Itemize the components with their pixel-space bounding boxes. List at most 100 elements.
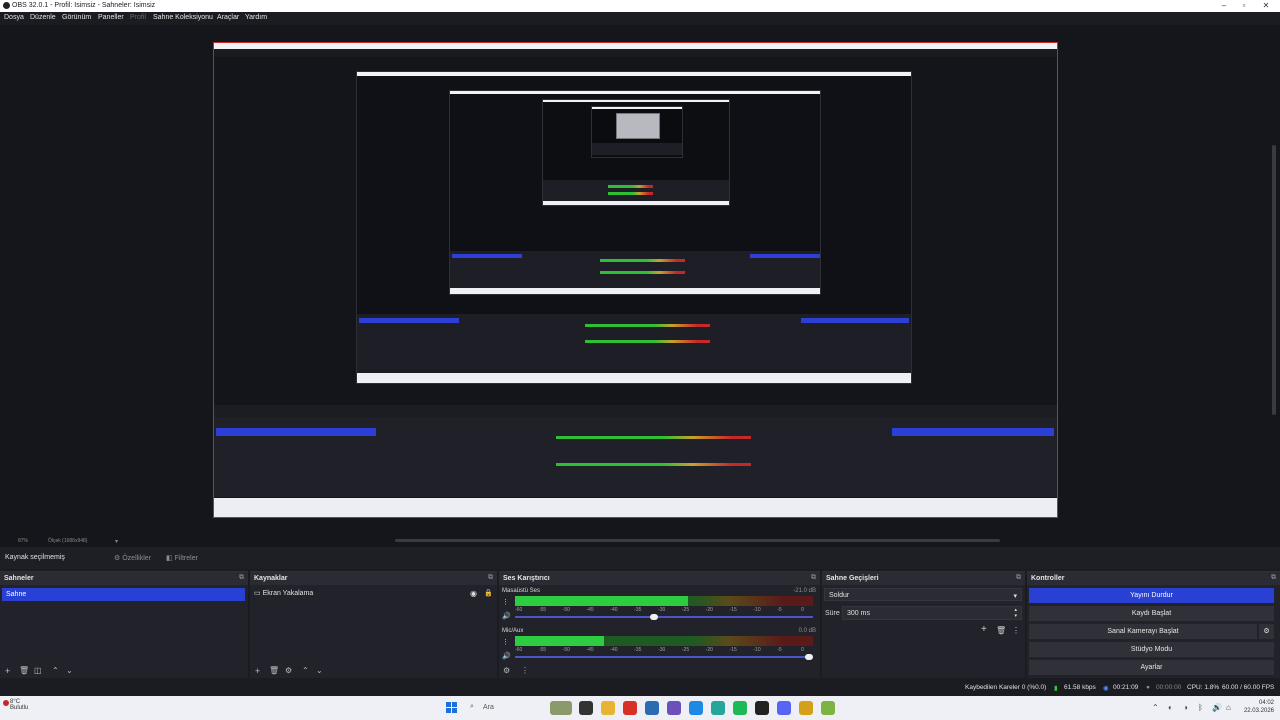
scenes-toolbar: + 🗑 ◫ ⌃ ⌄ <box>0 664 248 678</box>
task-view-icon[interactable] <box>579 701 593 715</box>
dock-float-icon[interactable]: ⧉ <box>1271 574 1276 582</box>
source-properties-icon[interactable]: ⚙ <box>285 666 292 675</box>
zoom-dropdown-icon[interactable]: ▾ <box>115 538 118 545</box>
volume-slider-desktop[interactable] <box>515 614 813 620</box>
app-icon[interactable] <box>821 701 835 715</box>
move-up-icon[interactable]: ⌃ <box>302 666 309 675</box>
meter-tick-label: -15 <box>729 607 737 613</box>
transition-type-select[interactable]: Soldur ▾ <box>824 588 1022 601</box>
preview-area[interactable] <box>0 25 1280 535</box>
remove-transition-icon[interactable]: 🗑 <box>996 626 1006 635</box>
preview-canvas[interactable] <box>213 42 1058 518</box>
remove-scene-icon[interactable]: 🗑 <box>19 666 29 675</box>
clock[interactable]: 04:02 22.03.2026 <box>1244 699 1274 715</box>
menu-paneller[interactable]: Paneller <box>98 14 124 21</box>
discord-icon[interactable] <box>777 701 791 715</box>
weather-widget[interactable]: 8°C Bulutlu <box>10 699 28 711</box>
stepper-icon[interactable]: ▴ ▾ <box>1014 607 1017 619</box>
nested-capture-2 <box>356 71 912 384</box>
meter-tick-label: 0 <box>801 647 804 653</box>
volume-slider-mic[interactable] <box>515 654 813 660</box>
volume-icon[interactable]: 🔊 <box>1212 703 1222 712</box>
transition-menu-icon[interactable]: ⋮ <box>1012 626 1020 635</box>
obs-icon[interactable] <box>755 701 769 715</box>
speaker-icon[interactable]: 🔊 <box>502 652 511 660</box>
dock-float-icon[interactable]: ⧉ <box>488 574 493 582</box>
add-transition-icon[interactable]: + <box>981 624 987 635</box>
duration-input[interactable]: 300 ms ▴ ▾ <box>842 606 1022 620</box>
spotify-icon[interactable] <box>733 701 747 715</box>
track-menu-icon[interactable]: ⋮ <box>502 598 509 606</box>
slider-knob[interactable] <box>650 614 659 620</box>
app-icon[interactable] <box>799 701 813 715</box>
preview-horizontal-scrollbar[interactable] <box>395 539 1000 542</box>
add-scene-icon[interactable]: + <box>5 666 10 676</box>
lock-icon[interactable]: 🔒 <box>484 589 493 597</box>
menu-yardim[interactable]: Yardım <box>245 14 267 21</box>
move-down-icon[interactable]: ⌄ <box>66 666 73 675</box>
file-explorer-icon[interactable] <box>601 701 615 715</box>
nested-capture-3 <box>449 90 821 295</box>
remove-source-icon[interactable]: 🗑 <box>269 666 279 675</box>
move-up-icon[interactable]: ⌃ <box>52 666 59 675</box>
menu-profil[interactable]: Profil <box>130 14 146 21</box>
source-item[interactable]: ▭ Ekran Yakalama <box>254 589 313 597</box>
meter-tick-label: -20 <box>705 647 713 653</box>
maximize-icon[interactable]: ▫ <box>1232 1 1256 11</box>
scene-filters-icon[interactable]: ◫ <box>34 666 42 675</box>
stop-streaming-button[interactable]: Yayını Durdur <box>1029 588 1274 603</box>
filters-button[interactable]: ◧ Filtreler <box>162 551 202 565</box>
dock-float-icon[interactable]: ⧉ <box>239 574 244 582</box>
move-down-icon[interactable]: ⌄ <box>316 666 323 675</box>
volume-meter-mic-r <box>515 641 813 646</box>
slider-knob[interactable] <box>805 654 813 660</box>
meter-tick-label: -35 <box>634 647 642 653</box>
taskbar-search[interactable]: ⌕ Ara <box>466 700 546 716</box>
start-virtual-camera-button[interactable]: Sanal Kamerayı Başlat <box>1029 624 1257 639</box>
meter-tick-label: -5 <box>777 607 782 613</box>
widget-app-icon[interactable] <box>550 701 572 715</box>
scene-item[interactable]: Sahne <box>2 588 245 601</box>
menu-dosya[interactable]: Dosya <box>4 14 24 21</box>
dock-float-icon[interactable]: ⧉ <box>1016 574 1021 582</box>
add-source-icon[interactable]: + <box>255 666 260 676</box>
track-name-mic: Mic/Aux <box>502 628 524 634</box>
app-icon[interactable] <box>711 701 725 715</box>
virtual-camera-settings-icon[interactable]: ⚙ <box>1259 624 1274 639</box>
weather-icon[interactable] <box>3 700 9 706</box>
properties-button[interactable]: ⚙ Özellikler <box>110 551 155 565</box>
brave-icon[interactable] <box>623 701 637 715</box>
close-icon[interactable]: ✕ <box>1254 1 1278 11</box>
controls-dock: Kontroller ⧉ Yayını Durdur Kaydı Başlat S… <box>1027 571 1280 678</box>
advanced-audio-icon[interactable]: ⚙ <box>503 666 510 675</box>
track-menu-icon[interactable]: ⋮ <box>502 638 509 646</box>
app-icon[interactable] <box>667 701 681 715</box>
steam-icon[interactable] <box>645 701 659 715</box>
menu-sahne-koleksiyonu[interactable]: Sahne Koleksiyonu <box>153 14 213 21</box>
tray-app-icon[interactable]: ◐ <box>1168 703 1173 712</box>
studio-mode-button[interactable]: Stüdyo Modu <box>1029 642 1274 657</box>
meter-tick-label: -10 <box>753 647 761 653</box>
tray-expand-icon[interactable]: ⌃ <box>1152 703 1159 712</box>
app-icon[interactable] <box>689 701 703 715</box>
status-bar: Kaybedilen Kareler 0 (%0.0) ▮ 61.58 kbps… <box>0 681 1280 695</box>
scenes-dock: Sahneler ⧉ Sahne + 🗑 ◫ ⌃ ⌄ <box>0 571 248 678</box>
preview-vertical-scrollbar[interactable] <box>1272 145 1276 415</box>
network-icon[interactable]: ⌂ <box>1226 703 1231 712</box>
visibility-eye-icon[interactable]: ◉ <box>470 589 477 598</box>
zoom-level[interactable]: 87% <box>18 538 28 544</box>
menu-araclar[interactable]: Araçlar <box>217 14 239 21</box>
filters-label: Filtreler <box>174 555 198 562</box>
settings-button[interactable]: Ayarlar <box>1029 660 1274 675</box>
zoom-scale[interactable]: Ölçek (1686x948) <box>48 538 87 544</box>
mixer-menu-icon[interactable]: ⋮ <box>521 666 529 675</box>
windows-start-icon[interactable] <box>446 702 458 714</box>
volume-meter-desktop-r <box>515 601 813 606</box>
start-recording-button[interactable]: Kaydı Başlat <box>1029 606 1274 621</box>
bluetooth-icon[interactable]: ᛒ <box>1198 703 1203 712</box>
dock-float-icon[interactable]: ⧉ <box>811 574 816 582</box>
tray-app-icon[interactable]: ◑ <box>1183 703 1188 712</box>
menu-gorunum[interactable]: Görünüm <box>62 14 91 21</box>
menu-duzenle[interactable]: Düzenle <box>30 14 56 21</box>
speaker-icon[interactable]: 🔊 <box>502 612 511 620</box>
